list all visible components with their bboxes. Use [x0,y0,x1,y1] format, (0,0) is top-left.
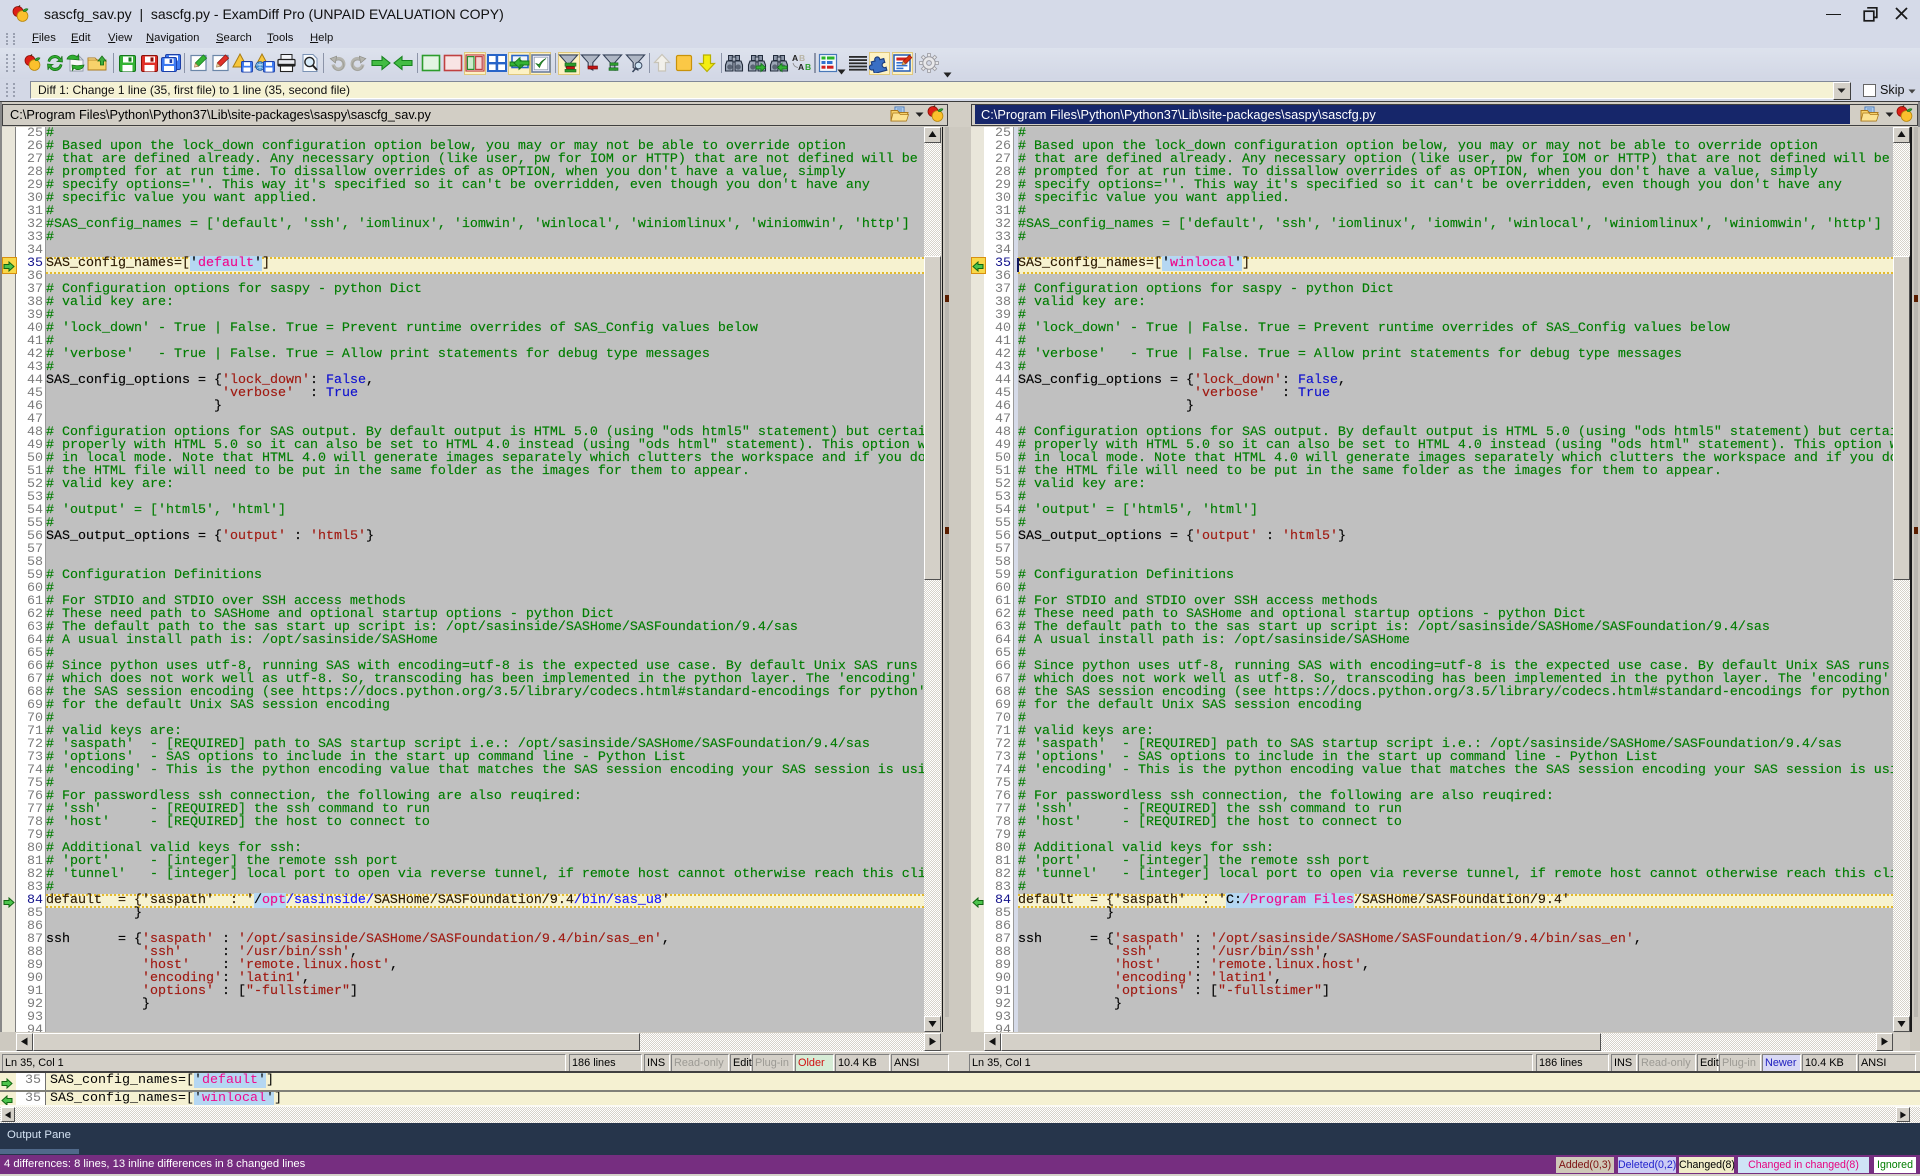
svg-text:B: B [805,62,811,72]
svg-text:A: A [798,62,804,72]
